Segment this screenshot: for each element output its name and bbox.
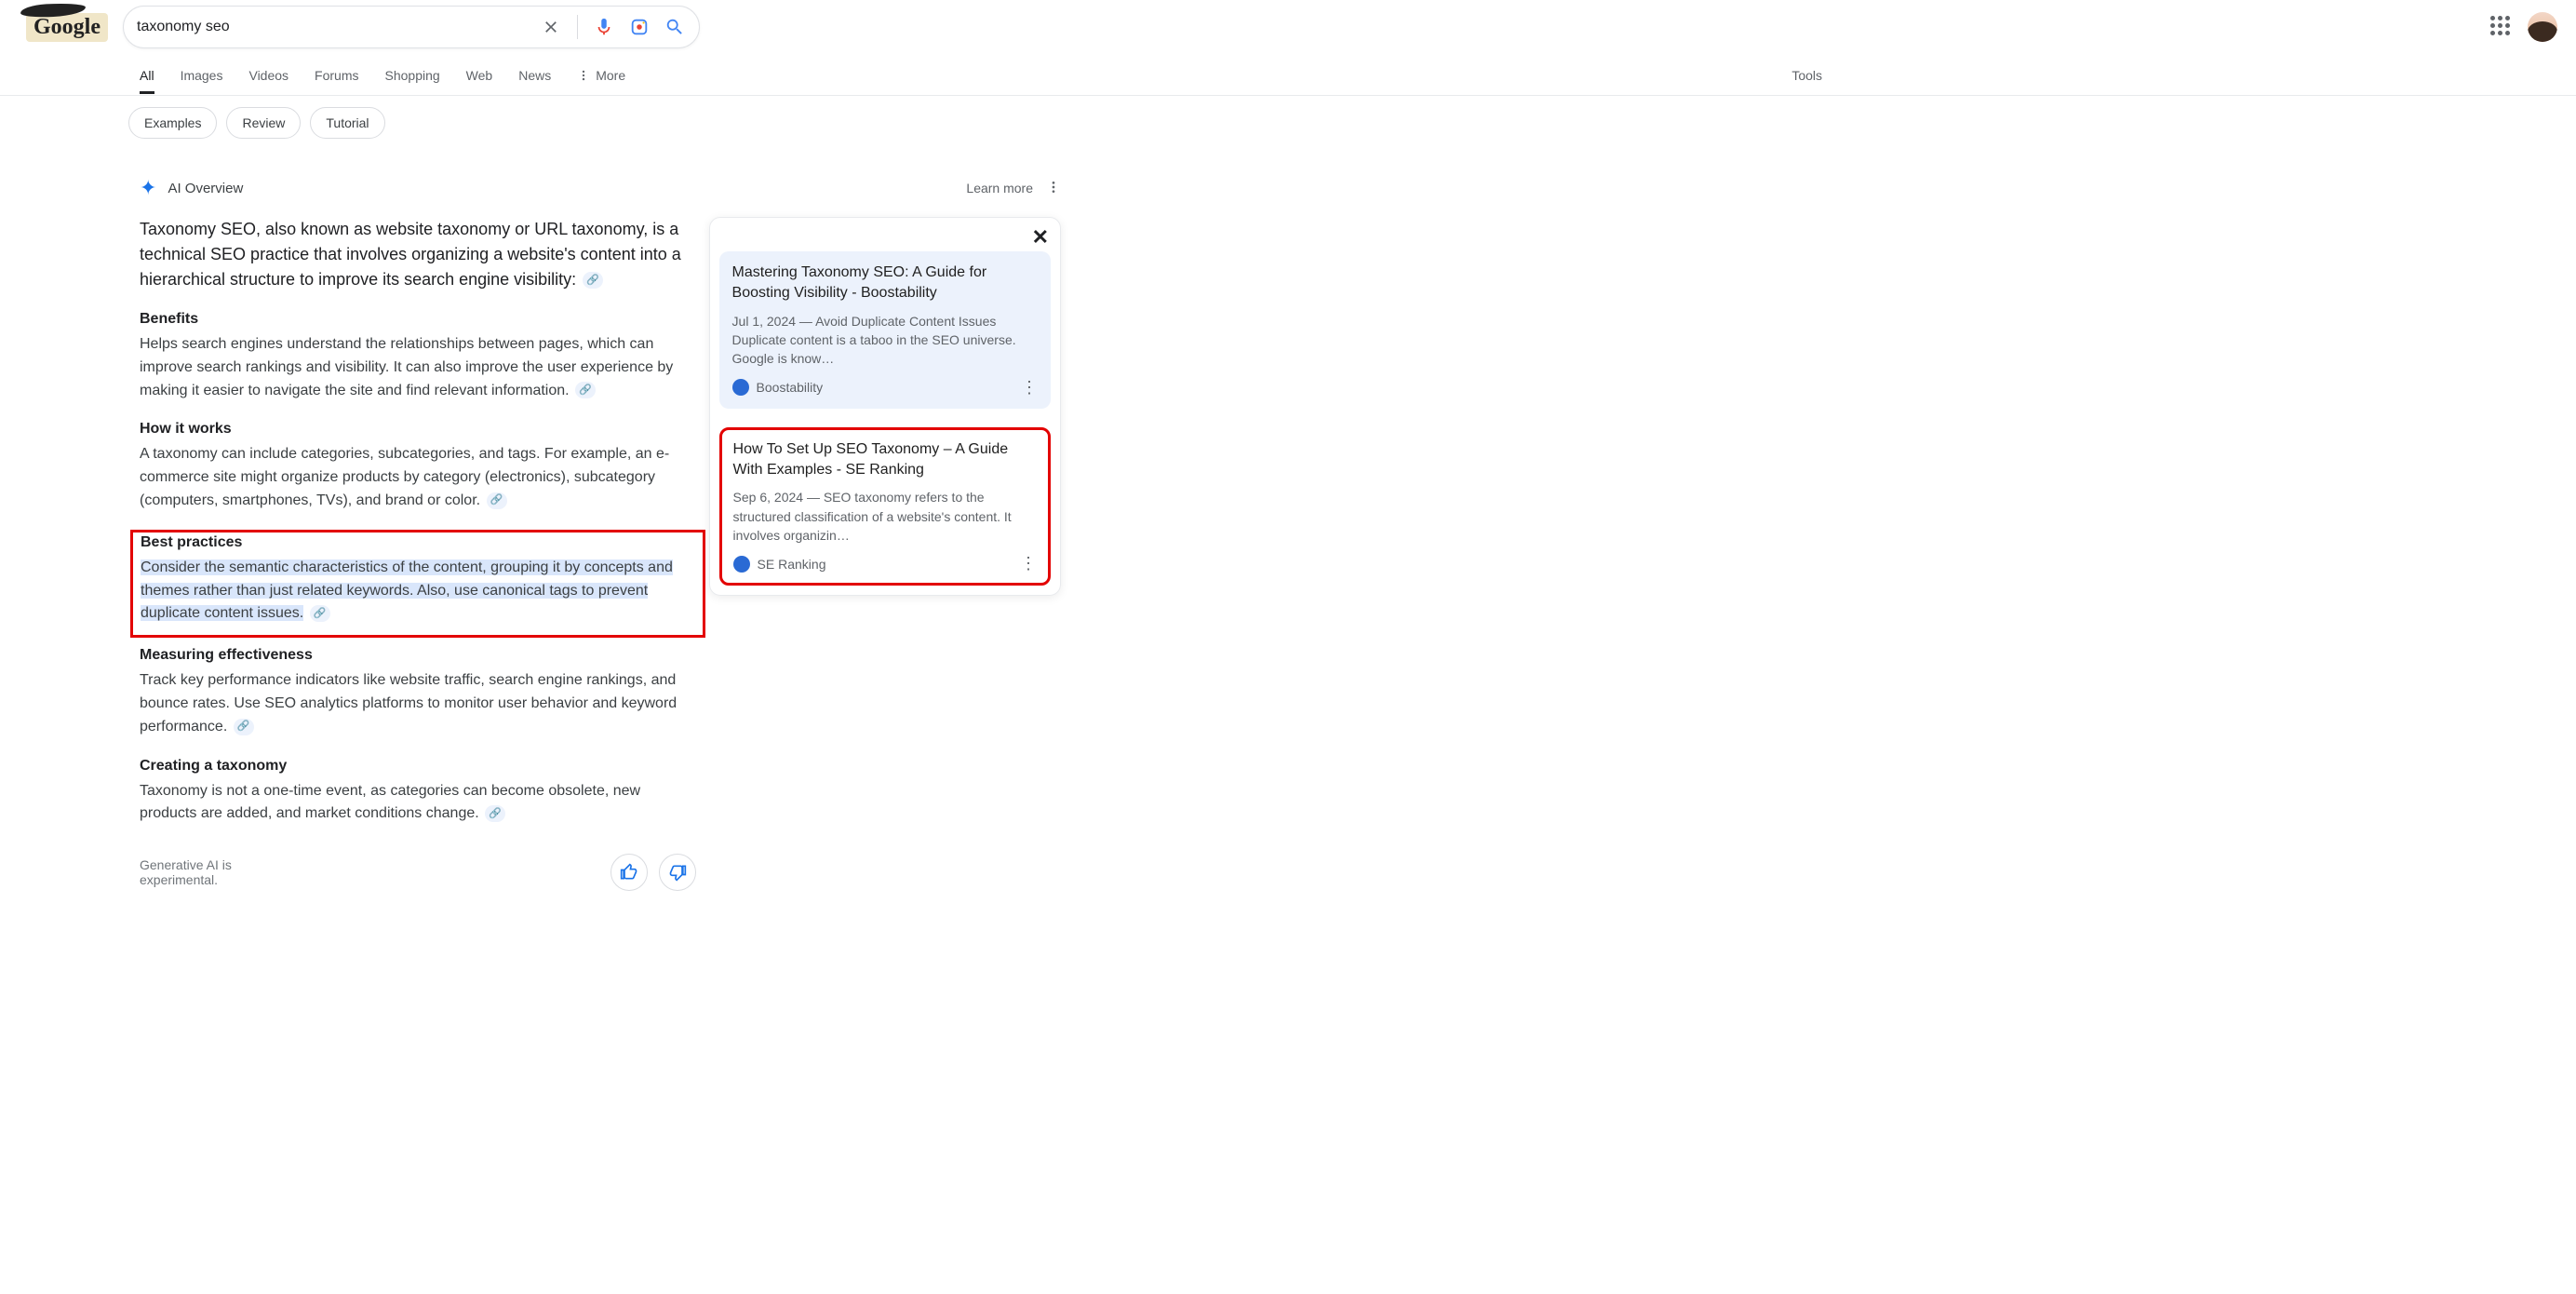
tab-forums[interactable]: Forums	[315, 57, 358, 94]
source-brand: Boostability	[757, 380, 824, 395]
section-measuring: Measuring effectiveness Track key perfor…	[140, 645, 696, 740]
tab-more[interactable]: More	[577, 57, 625, 94]
source-snippet: Sep 6, 2024 — SEO taxonomy refers to the…	[733, 488, 1037, 545]
more-label: More	[596, 68, 625, 83]
searchbox-controls	[540, 15, 686, 39]
divider	[577, 15, 578, 39]
overview-intro: Taxonomy SEO, also known as website taxo…	[140, 217, 696, 292]
citation-icon[interactable]: 🔗	[575, 382, 596, 398]
search-input[interactable]	[137, 19, 540, 35]
logo-area[interactable]: Google	[11, 13, 123, 42]
source-title: How To Set Up SEO Taxonomy – A Guide Wit…	[733, 439, 1037, 481]
favicon-icon	[733, 556, 750, 573]
section-benefits: Benefits Helps search engines understand…	[140, 309, 696, 404]
logo-text: Google	[34, 15, 101, 39]
avatar-image	[2528, 21, 2557, 42]
sparkle-icon: ✦	[140, 176, 156, 200]
tools-button[interactable]: Tools	[1791, 68, 1822, 83]
close-icon[interactable]: ✕	[1032, 225, 1049, 249]
thumbs-up-button[interactable]	[610, 854, 648, 891]
section-best-practices-highlight: Best practices Consider the semantic cha…	[130, 530, 705, 638]
section-heading: Measuring effectiveness	[140, 647, 696, 664]
thumbs-down-button[interactable]	[659, 854, 696, 891]
section-body: Track key performance indicators like we…	[140, 672, 677, 735]
chip-tutorial[interactable]: Tutorial	[310, 107, 384, 139]
section-creating: Creating a taxonomy Taxonomy is not a on…	[140, 756, 696, 829]
header-right	[2490, 12, 2557, 42]
google-logo[interactable]: Google	[26, 13, 108, 42]
citation-icon[interactable]: 🔗	[234, 719, 254, 735]
header: Google	[0, 0, 2576, 55]
source-snippet: Jul 1, 2024 — Avoid Duplicate Content Is…	[732, 312, 1038, 369]
source-date: Sep 6, 2024	[733, 490, 804, 505]
snippet-sep: —	[803, 490, 824, 505]
source-title: Mastering Taxonomy SEO: A Guide for Boos…	[732, 263, 1038, 304]
disclaimer-text: Generative AI is experimental.	[140, 857, 313, 887]
section-body: Consider the semantic characteristics of…	[141, 559, 673, 622]
tab-web[interactable]: Web	[466, 57, 493, 94]
mic-icon[interactable]	[593, 16, 615, 38]
more-vert-icon	[577, 69, 590, 82]
search-tabs: All Images Videos Forums Shopping Web Ne…	[0, 55, 2576, 96]
tab-shopping[interactable]: Shopping	[385, 57, 440, 94]
account-avatar[interactable]	[2528, 12, 2557, 42]
citation-icon[interactable]: 🔗	[583, 272, 603, 289]
source-card-boostability[interactable]: Mastering Taxonomy SEO: A Guide for Boos…	[719, 251, 1051, 409]
source-date: Jul 1, 2024	[732, 314, 797, 329]
refinement-chips: Examples Review Tutorial	[0, 96, 2576, 139]
source-brand: SE Ranking	[758, 557, 826, 572]
overview-menu-icon[interactable]	[1046, 180, 1061, 197]
source-menu-icon[interactable]: ⋮	[1020, 554, 1037, 573]
apps-icon[interactable]	[2490, 16, 2513, 38]
chip-examples[interactable]: Examples	[128, 107, 217, 139]
overview-footer: Generative AI is experimental.	[140, 854, 696, 891]
citation-icon[interactable]: 🔗	[485, 805, 505, 822]
favicon-icon	[732, 379, 749, 396]
ai-overview-label: AI Overview	[168, 181, 243, 196]
sources-panel: ✕ Mastering Taxonomy SEO: A Guide for Bo…	[709, 217, 1061, 596]
learn-more-link[interactable]: Learn more	[966, 181, 1033, 195]
section-heading: How it works	[140, 421, 696, 438]
citation-icon[interactable]: 🔗	[487, 492, 507, 509]
tab-images[interactable]: Images	[181, 57, 223, 94]
clear-icon[interactable]	[540, 16, 562, 38]
tab-videos[interactable]: Videos	[248, 57, 288, 94]
citation-icon[interactable]: 🔗	[310, 605, 330, 622]
source-card-seranking-highlight[interactable]: How To Set Up SEO Taxonomy – A Guide Wit…	[719, 427, 1051, 586]
section-heading: Creating a taxonomy	[140, 758, 696, 775]
results-area: ✦ AI Overview Learn more Taxonomy SEO, a…	[0, 139, 2576, 891]
tab-news[interactable]: News	[518, 57, 551, 94]
snippet-sep: —	[796, 314, 815, 329]
tab-all[interactable]: All	[140, 57, 154, 94]
section-heading: Benefits	[140, 311, 696, 328]
search-icon[interactable]	[664, 16, 686, 38]
ai-overview-body: Taxonomy SEO, also known as website taxo…	[140, 217, 696, 891]
lens-icon[interactable]	[628, 16, 651, 38]
search-box[interactable]	[123, 6, 700, 48]
section-body: Taxonomy is not a one-time event, as cat…	[140, 783, 640, 822]
section-how-it-works: How it works A taxonomy can include cate…	[140, 419, 696, 514]
section-body: A taxonomy can include categories, subca…	[140, 446, 669, 508]
ai-overview-header: ✦ AI Overview Learn more	[140, 176, 1061, 200]
source-menu-icon[interactable]: ⋮	[1021, 378, 1038, 398]
chip-review[interactable]: Review	[226, 107, 301, 139]
section-heading: Best practices	[141, 534, 695, 551]
